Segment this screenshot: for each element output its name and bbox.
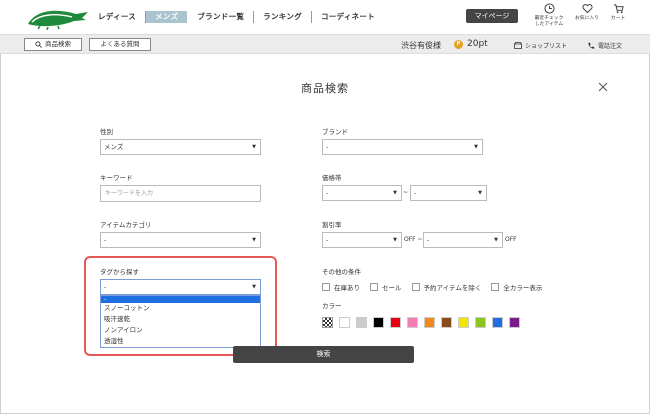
nav-item[interactable]: ランキング <box>254 11 312 23</box>
nav-item[interactable]: メンズ <box>146 11 188 23</box>
clock-icon <box>543 3 555 14</box>
nav-item[interactable]: コーディネート <box>312 11 384 23</box>
discount-max-select[interactable]: - ▼ <box>423 232 503 248</box>
color-label: カラー <box>322 302 342 310</box>
color-swatch[interactable] <box>475 317 486 328</box>
heart-icon <box>582 4 592 14</box>
nav-item[interactable]: ブランド一覧 <box>188 11 255 23</box>
recent-items-label: 最近チェック したアイテム <box>534 16 564 27</box>
checkbox-box[interactable] <box>370 283 378 291</box>
chevron-down-icon: ▼ <box>393 237 397 243</box>
faq-label: よくある質問 <box>100 40 140 48</box>
product-search-button[interactable]: 商品検索 <box>24 38 82 51</box>
condition-checkboxes: 在庫あり セール 予約アイテムを除く 全カラー表示 <box>322 282 542 292</box>
chevron-down-icon: ▼ <box>252 237 256 243</box>
condition-checkbox[interactable]: 予約アイテムを除く <box>411 282 482 292</box>
discount-off-max: OFF <box>505 236 517 243</box>
points-display: P 20pt <box>454 39 488 49</box>
cart-icon <box>613 4 624 14</box>
color-swatch[interactable] <box>339 317 350 328</box>
chevron-down-icon: ▼ <box>478 190 482 196</box>
checkbox-label: セール <box>382 284 402 292</box>
phone-order-label: 電話注文 <box>598 43 623 50</box>
price-min-select[interactable]: - ▼ <box>322 185 402 201</box>
discount-min-value: - <box>326 236 329 244</box>
color-swatch[interactable] <box>509 317 520 328</box>
keyword-input[interactable]: キーワードを入力 <box>100 185 261 202</box>
price-max-value: - <box>414 189 417 197</box>
shop-icon <box>514 42 522 49</box>
gender-label: 性別 <box>100 128 113 136</box>
checkbox-box[interactable] <box>491 283 500 291</box>
search-icon <box>35 41 42 48</box>
checkbox-label: 全カラー表示 <box>503 284 543 292</box>
shop-list-link[interactable]: ショップリスト <box>514 41 567 50</box>
discount-min-select[interactable]: - ▼ <box>322 232 402 248</box>
sub-toolbar: 商品検索 よくある質問 渋谷有俊様 P 20pt ショップリスト 電話注文 <box>0 34 650 54</box>
favorites-label: お気に入り <box>575 16 599 21</box>
phone-icon <box>588 42 595 49</box>
other-conditions-label: その他の条件 <box>322 268 361 276</box>
checkbox-box[interactable] <box>322 283 330 291</box>
chevron-down-icon: ▼ <box>494 237 498 243</box>
color-swatch[interactable] <box>441 317 452 328</box>
brand-label: ブランド <box>322 128 348 136</box>
discount-off-min: OFF ~ <box>404 236 423 243</box>
close-icon[interactable] <box>598 82 608 92</box>
color-swatch[interactable] <box>424 317 435 328</box>
recent-items-link[interactable]: 最近チェック したアイテム <box>532 3 566 28</box>
color-swatch[interactable] <box>407 317 418 328</box>
points-value: 20pt <box>467 39 488 49</box>
price-min-value: - <box>326 189 329 197</box>
page-title: 商品検索 <box>301 82 349 95</box>
main-nav: レディース メンズ ブランド一覧 ランキング コーディネート <box>98 11 384 23</box>
nav-item[interactable]: レディース <box>98 11 147 23</box>
cart-link[interactable]: カート <box>606 3 630 22</box>
cart-label: カート <box>610 16 626 21</box>
color-swatch[interactable] <box>492 317 503 328</box>
brand-select[interactable]: - ▼ <box>322 139 483 155</box>
coin-icon: P <box>454 39 463 49</box>
chevron-down-icon: ▼ <box>393 190 397 196</box>
highlight-frame <box>84 256 277 356</box>
mypage-button[interactable]: マイページ <box>466 9 518 23</box>
gender-select[interactable]: メンズ ▼ <box>100 139 261 155</box>
favorites-link[interactable]: お気に入り <box>570 3 604 22</box>
chevron-down-icon: ▼ <box>252 144 256 150</box>
color-swatch[interactable] <box>458 317 469 328</box>
user-name: 渋谷有俊様 <box>401 41 441 50</box>
color-swatch[interactable] <box>373 317 384 328</box>
category-value: - <box>104 236 107 244</box>
discount-max-value: - <box>427 236 430 244</box>
price-separator: ~ <box>403 189 409 196</box>
price-max-select[interactable]: - ▼ <box>410 185 487 201</box>
keyword-label: キーワード <box>100 174 133 182</box>
discount-label: 割引率 <box>322 221 342 229</box>
price-label: 価格帯 <box>322 174 342 182</box>
condition-checkbox[interactable]: 在庫あり <box>322 282 360 292</box>
search-submit-button[interactable]: 検索 <box>233 346 414 363</box>
color-swatch[interactable] <box>356 317 367 328</box>
checkbox-label: 在庫あり <box>334 284 360 292</box>
crocodile-logo-icon[interactable] <box>26 6 90 30</box>
condition-checkbox[interactable]: 全カラー表示 <box>491 282 542 292</box>
checkbox-label: 予約アイテムを除く <box>423 284 482 292</box>
phone-order-link[interactable]: 電話注文 <box>587 41 622 50</box>
color-swatch[interactable] <box>390 317 401 328</box>
product-search-label: 商品検索 <box>45 40 71 48</box>
color-swatches <box>322 317 520 328</box>
category-select[interactable]: - ▼ <box>100 232 261 248</box>
brand-value: - <box>326 143 329 151</box>
faq-button[interactable]: よくある質問 <box>89 38 151 51</box>
condition-checkbox[interactable]: セール <box>370 282 402 292</box>
site-header: レディース メンズ ブランド一覧 ランキング コーディネート マイページ 最近チェック … <box>0 0 650 34</box>
chevron-down-icon: ▼ <box>474 144 478 150</box>
swatch-all-colors[interactable] <box>322 317 333 328</box>
checkbox-box[interactable] <box>411 283 420 291</box>
shop-list-label: ショップリスト <box>525 43 568 50</box>
category-label: アイテムカテゴリ <box>100 221 152 229</box>
gender-value: メンズ <box>104 143 124 151</box>
